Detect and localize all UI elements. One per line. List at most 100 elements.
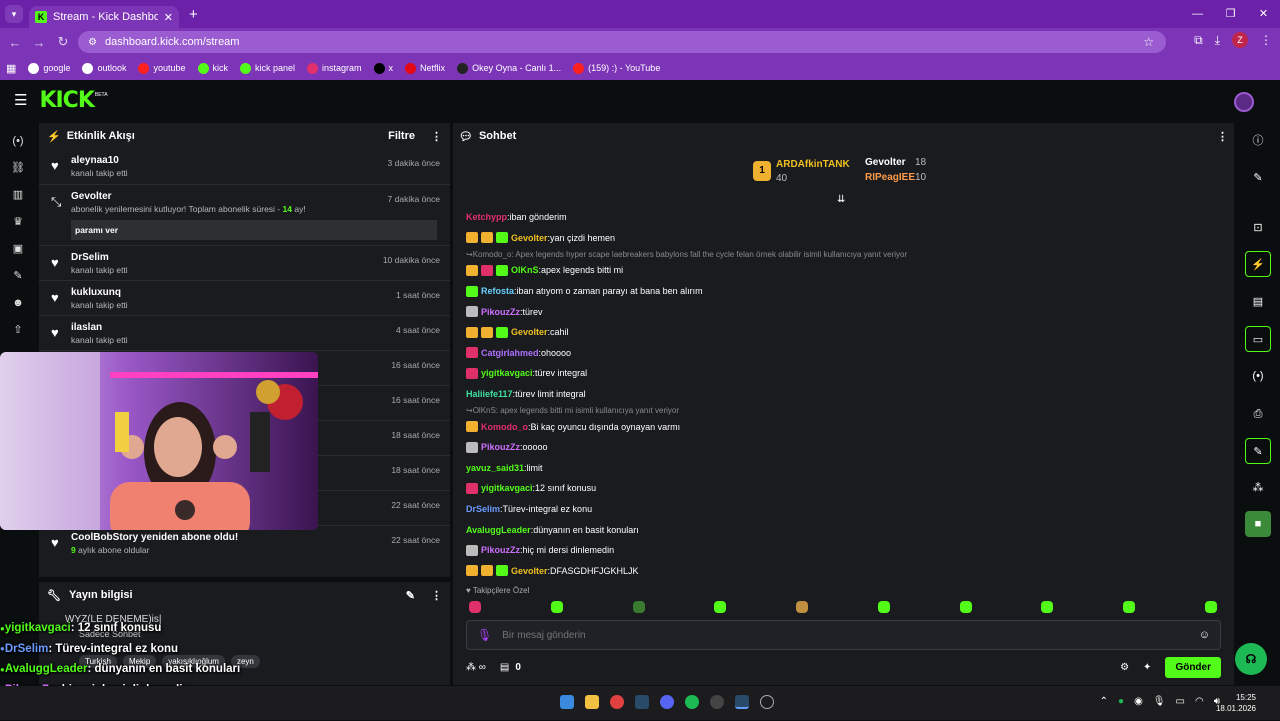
bookmark-item[interactable]: outlook [82,62,126,74]
users-icon[interactable]: ⁂ [1245,475,1271,501]
chrome-icon[interactable] [610,695,624,709]
emote-icon[interactable] [877,601,890,613]
restore-icon[interactable]: ❐ [1214,0,1247,28]
kick-logo[interactable]: KICK [39,88,94,113]
forward-icon[interactable]: → [27,35,51,50]
badge-icon[interactable] [466,232,478,244]
chat-username[interactable]: Gevolter [511,566,548,576]
chat-username[interactable]: yavuz_said31 [466,463,524,473]
minimize-icon[interactable]: — [1181,0,1214,28]
badge-icon[interactable] [466,264,478,276]
video-icon[interactable]: ▣ [0,236,36,263]
badge-icon[interactable] [496,264,508,276]
badge-icon[interactable] [466,441,478,453]
browser-tab[interactable]: K Stream - Kick Dashboard ✕ [29,6,179,28]
emote-icon[interactable] [714,601,727,613]
tray-mic-icon[interactable]: 🎙︎ [1153,696,1166,707]
bookmark-item[interactable]: instagram [307,62,362,74]
profile-avatar[interactable]: Z [1232,32,1248,48]
chat-toggle-icon[interactable]: ▭ [1245,326,1271,352]
bookmark-item[interactable]: google [28,62,70,74]
new-tab-icon[interactable]: + [189,6,198,23]
emote-icon[interactable] [469,601,481,613]
badge-icon[interactable] [496,232,508,244]
chat-username[interactable]: Haliiefe117 [466,389,513,399]
gift-icon[interactable]: ▤ [500,662,509,673]
edit-pencil-icon[interactable]: ✎ [406,589,415,602]
bookmark-star-icon[interactable]: ☆ [1143,35,1154,49]
activity-toggle-icon[interactable]: ⚡ [1245,251,1271,277]
event-user[interactable]: aleynaa10 [71,155,440,166]
tray-monitor-icon[interactable]: ▭ [1176,696,1185,707]
steam-icon[interactable] [635,695,649,709]
microphone-icon[interactable]: 🎙︎ [477,628,492,642]
tray-chevron-icon[interactable]: ⌃ [1100,696,1108,707]
taskbar-clock[interactable]: 15:25 18.01.2026 [1216,692,1256,714]
send-button[interactable]: Gönder [1165,656,1221,678]
chat-username[interactable]: yigitkavgaci [481,483,533,493]
printer-icon[interactable]: ⎙ [1245,401,1271,427]
start-windows-icon[interactable] [560,695,574,709]
tab-search-chevron-icon[interactable]: ▾ [5,5,23,23]
tray-steam-icon[interactable]: ◉ [1134,696,1143,707]
chat-username[interactable]: PikouzZz [481,307,520,317]
window-close-icon[interactable]: ✕ [1247,0,1280,28]
chat-username[interactable]: DrSelim [466,504,500,514]
bookmark-item[interactable]: x [373,62,393,74]
app-circle-icon[interactable] [760,695,774,709]
chat-username[interactable]: PikouzZz [481,545,520,555]
chat-username[interactable]: yigitkavgaci [481,368,533,378]
badge-icon[interactable] [481,565,493,577]
help-headset-button[interactable]: ☊ [1235,643,1267,675]
back-icon[interactable]: ← [3,35,27,50]
site-info-icon[interactable]: ⚙ [88,37,97,48]
badge-icon[interactable] [466,421,478,433]
stream-info-more-icon[interactable]: ⋮ [431,589,442,602]
chat-input[interactable] [502,629,1189,641]
close-tab-icon[interactable]: ✕ [164,11,173,24]
chat-username[interactable]: Catgirlahmed [481,348,539,358]
filter-button[interactable]: Filtre [388,130,415,142]
emote-icon[interactable] [1041,601,1054,613]
chat-more-icon[interactable]: ⋮ [1217,130,1228,143]
badge-icon[interactable] [466,285,478,297]
badge-icon[interactable] [466,347,478,359]
link-icon[interactable]: ⛓ [0,155,36,182]
notes-icon[interactable]: ▤ [1245,289,1271,315]
bookmark-item[interactable]: kick [197,62,228,74]
tools-toggle-icon[interactable]: ✎ [1245,438,1271,464]
event-user[interactable]: ilaslan [71,322,440,333]
chat-username[interactable]: PikouzZz [481,442,520,452]
badge-icon[interactable] [466,367,478,379]
bookmark-item[interactable]: Okey Oyna - Canlı 1... [457,62,561,74]
leaderboard-expand-icon[interactable]: ⇊ [837,194,845,205]
badge-icon[interactable] [466,326,478,338]
leader-1-name[interactable]: ARDAfkinTANK [776,159,850,170]
badge-icon[interactable] [481,326,493,338]
event-user[interactable]: Gevolter [71,191,440,202]
emote-icon[interactable] [959,601,972,613]
badge-icon[interactable] [481,264,493,276]
address-bar[interactable]: ⚙ dashboard.kick.com/stream ☆ [78,31,1166,53]
chat-settings-icon[interactable]: ⚙ [1120,662,1129,673]
emote-picker-icon[interactable]: ✦ [1143,662,1151,673]
badge-icon[interactable] [466,565,478,577]
chat-username[interactable]: Ketchypp [466,212,507,222]
steam-active-icon[interactable] [735,695,749,709]
info-icon[interactable]: ⓘ [1245,128,1271,154]
trophy-icon[interactable]: ♛ [0,209,36,236]
bookmark-item[interactable]: kick panel [240,62,295,74]
chat-username[interactable]: Gevolter [511,233,548,243]
chat-username[interactable]: Gevolter [511,327,548,337]
leader-2-name[interactable]: Gevolter [865,157,906,168]
badge-icon[interactable] [466,482,478,494]
screenshot-icon[interactable]: ⊡ [1245,215,1271,241]
users-icon[interactable]: ☻ [0,290,36,317]
user-avatar[interactable] [1234,92,1254,112]
badge-icon[interactable] [496,326,508,338]
stream-live-icon[interactable]: (•) [0,128,36,155]
apps-grid-icon[interactable]: ▦ [6,62,16,75]
bookmark-item[interactable]: youtube [138,62,186,74]
emote-icon[interactable] [1123,601,1136,613]
spotify-icon[interactable] [685,695,699,709]
